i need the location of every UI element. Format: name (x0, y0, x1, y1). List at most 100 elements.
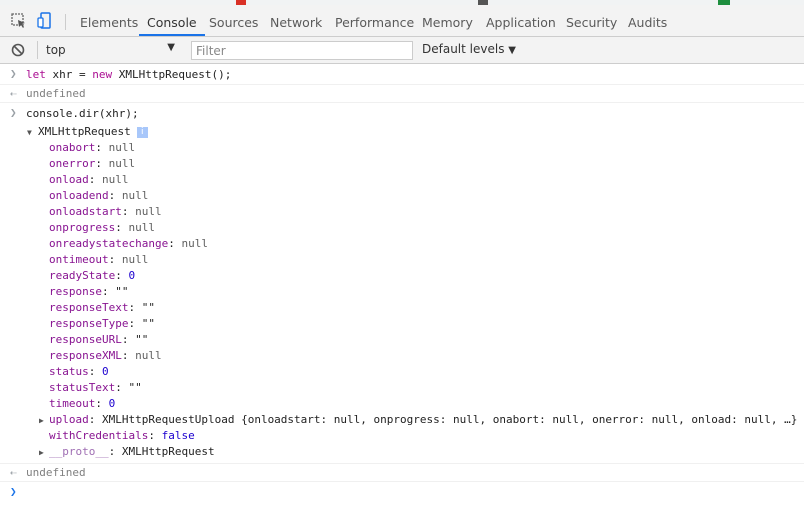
property-value: null (128, 221, 155, 234)
property-separator: : (101, 285, 116, 298)
property-value: "" (115, 285, 129, 298)
object-name[interactable]: XMLHttpRequest i (38, 124, 148, 140)
property-row: onerror: null (49, 156, 135, 172)
tab-memory[interactable]: Memory (422, 5, 473, 36)
property-value: "" (141, 301, 155, 314)
property-separator: : (121, 349, 136, 362)
property-separator: : (115, 381, 129, 394)
console-input-line: ❯ console.dir(xhr); (0, 103, 804, 123)
property-separator: : (128, 301, 142, 314)
console-result-line: ⇠ undefined (0, 85, 804, 103)
property-key: upload (49, 413, 89, 426)
property-separator: : (88, 413, 102, 426)
property-key: onreadystatechange (49, 237, 169, 250)
property-separator: : (128, 317, 142, 330)
filter-input[interactable] (191, 41, 413, 60)
property-separator: : (121, 205, 136, 218)
prompt-chevron-icon: ❯ (10, 106, 17, 119)
property-key: response (49, 285, 102, 298)
property-row: responseXML: null (49, 348, 162, 364)
property-separator: : (108, 253, 122, 266)
property-row: responseText: "" (49, 300, 155, 316)
property-row: ontimeout: null (49, 252, 148, 268)
context-selector[interactable]: top ▼ (37, 41, 179, 59)
property-separator: : (95, 157, 109, 170)
property-row: withCredentials: false (49, 428, 195, 444)
property-key: timeout (49, 397, 96, 410)
property-value: null (102, 173, 129, 186)
input-code: console.dir(xhr); (26, 107, 139, 120)
result-value: undefined (26, 87, 86, 100)
property-separator: : (108, 445, 122, 458)
property-row: responseURL: "" (49, 332, 148, 348)
expanded-triangle-icon[interactable]: ▼ (27, 128, 32, 137)
tab-console[interactable]: Console (139, 5, 205, 36)
property-key: onloadend (49, 189, 109, 202)
property-value: XMLHttpRequestUpload {onloadstart: null,… (102, 413, 798, 426)
property-key: status (49, 365, 89, 378)
tab-audits[interactable]: Audits (628, 5, 667, 36)
property-row: onreadystatechange: null (49, 236, 208, 252)
console-prompt[interactable]: ❯ (0, 482, 804, 528)
result-arrow-icon: ⇠ (10, 87, 17, 100)
chevron-down-icon: ▼ (167, 42, 175, 53)
prompt-chevron-icon: ❯ (10, 67, 17, 80)
property-value: null (135, 349, 162, 362)
property-key: onload (49, 173, 89, 186)
device-toolbar-icon[interactable] (35, 11, 55, 31)
tab-application[interactable]: Application (486, 5, 556, 36)
property-row[interactable]: __proto__: XMLHttpRequest (49, 444, 215, 460)
property-value: XMLHttpRequest (121, 445, 215, 458)
tab-performance[interactable]: Performance (335, 5, 414, 36)
property-separator: : (121, 333, 136, 346)
collapsed-triangle-icon[interactable]: ▶ (39, 448, 44, 457)
property-value: null (108, 157, 136, 170)
property-row: statusText: "" (49, 380, 142, 396)
property-separator: : (148, 429, 162, 442)
log-levels-dropdown[interactable]: Default levels ▼ (422, 42, 516, 56)
property-separator: : (115, 221, 129, 234)
property-key: responseType (49, 317, 129, 330)
tab-network[interactable]: Network (270, 5, 322, 36)
property-row: response: "" (49, 284, 128, 300)
property-key: statusText (49, 381, 116, 394)
property-value: 0 (128, 269, 136, 282)
property-key: onerror (49, 157, 96, 170)
object-tree: ▼ XMLHttpRequest i onabort: null onerror: … (0, 123, 804, 463)
tab-sources[interactable]: Sources (209, 5, 258, 36)
property-key: readyState (49, 269, 116, 282)
clear-console-icon[interactable] (10, 42, 26, 58)
property-value: false (161, 429, 195, 442)
chevron-down-icon: ▼ (508, 45, 516, 56)
property-key: __proto__ (49, 445, 109, 458)
property-row: onprogress: null (49, 220, 155, 236)
input-code: let xhr = new XMLHttpRequest(); (26, 68, 232, 81)
tab-elements[interactable]: Elements (80, 5, 138, 36)
property-row: status: 0 (49, 364, 109, 380)
property-value: null (121, 189, 149, 202)
property-separator: : (168, 237, 182, 250)
property-value: null (108, 141, 136, 154)
property-separator: : (115, 269, 129, 282)
console-result-line: ⇠ undefined (0, 463, 804, 482)
property-separator: : (95, 141, 109, 154)
property-row: timeout: 0 (49, 396, 115, 412)
property-value: "" (128, 381, 142, 394)
property-separator: : (95, 397, 109, 410)
property-value: null (181, 237, 208, 250)
inspect-element-icon[interactable] (9, 11, 29, 31)
property-key: responseText (49, 301, 129, 314)
property-value: 0 (108, 397, 116, 410)
property-key: onabort (49, 141, 96, 154)
property-value: 0 (102, 365, 109, 378)
property-value: "" (141, 317, 155, 330)
context-value: top (46, 43, 66, 57)
property-key: responseURL (49, 333, 122, 346)
collapsed-triangle-icon[interactable]: ▶ (39, 416, 44, 425)
property-key: ontimeout (49, 253, 109, 266)
console-input-line: ❯ let xhr = new XMLHttpRequest(); (0, 64, 804, 85)
property-row[interactable]: upload: XMLHttpRequestUpload {onloadstar… (49, 412, 797, 428)
property-value: null (121, 253, 149, 266)
tab-security[interactable]: Security (566, 5, 617, 36)
property-value: null (135, 205, 162, 218)
